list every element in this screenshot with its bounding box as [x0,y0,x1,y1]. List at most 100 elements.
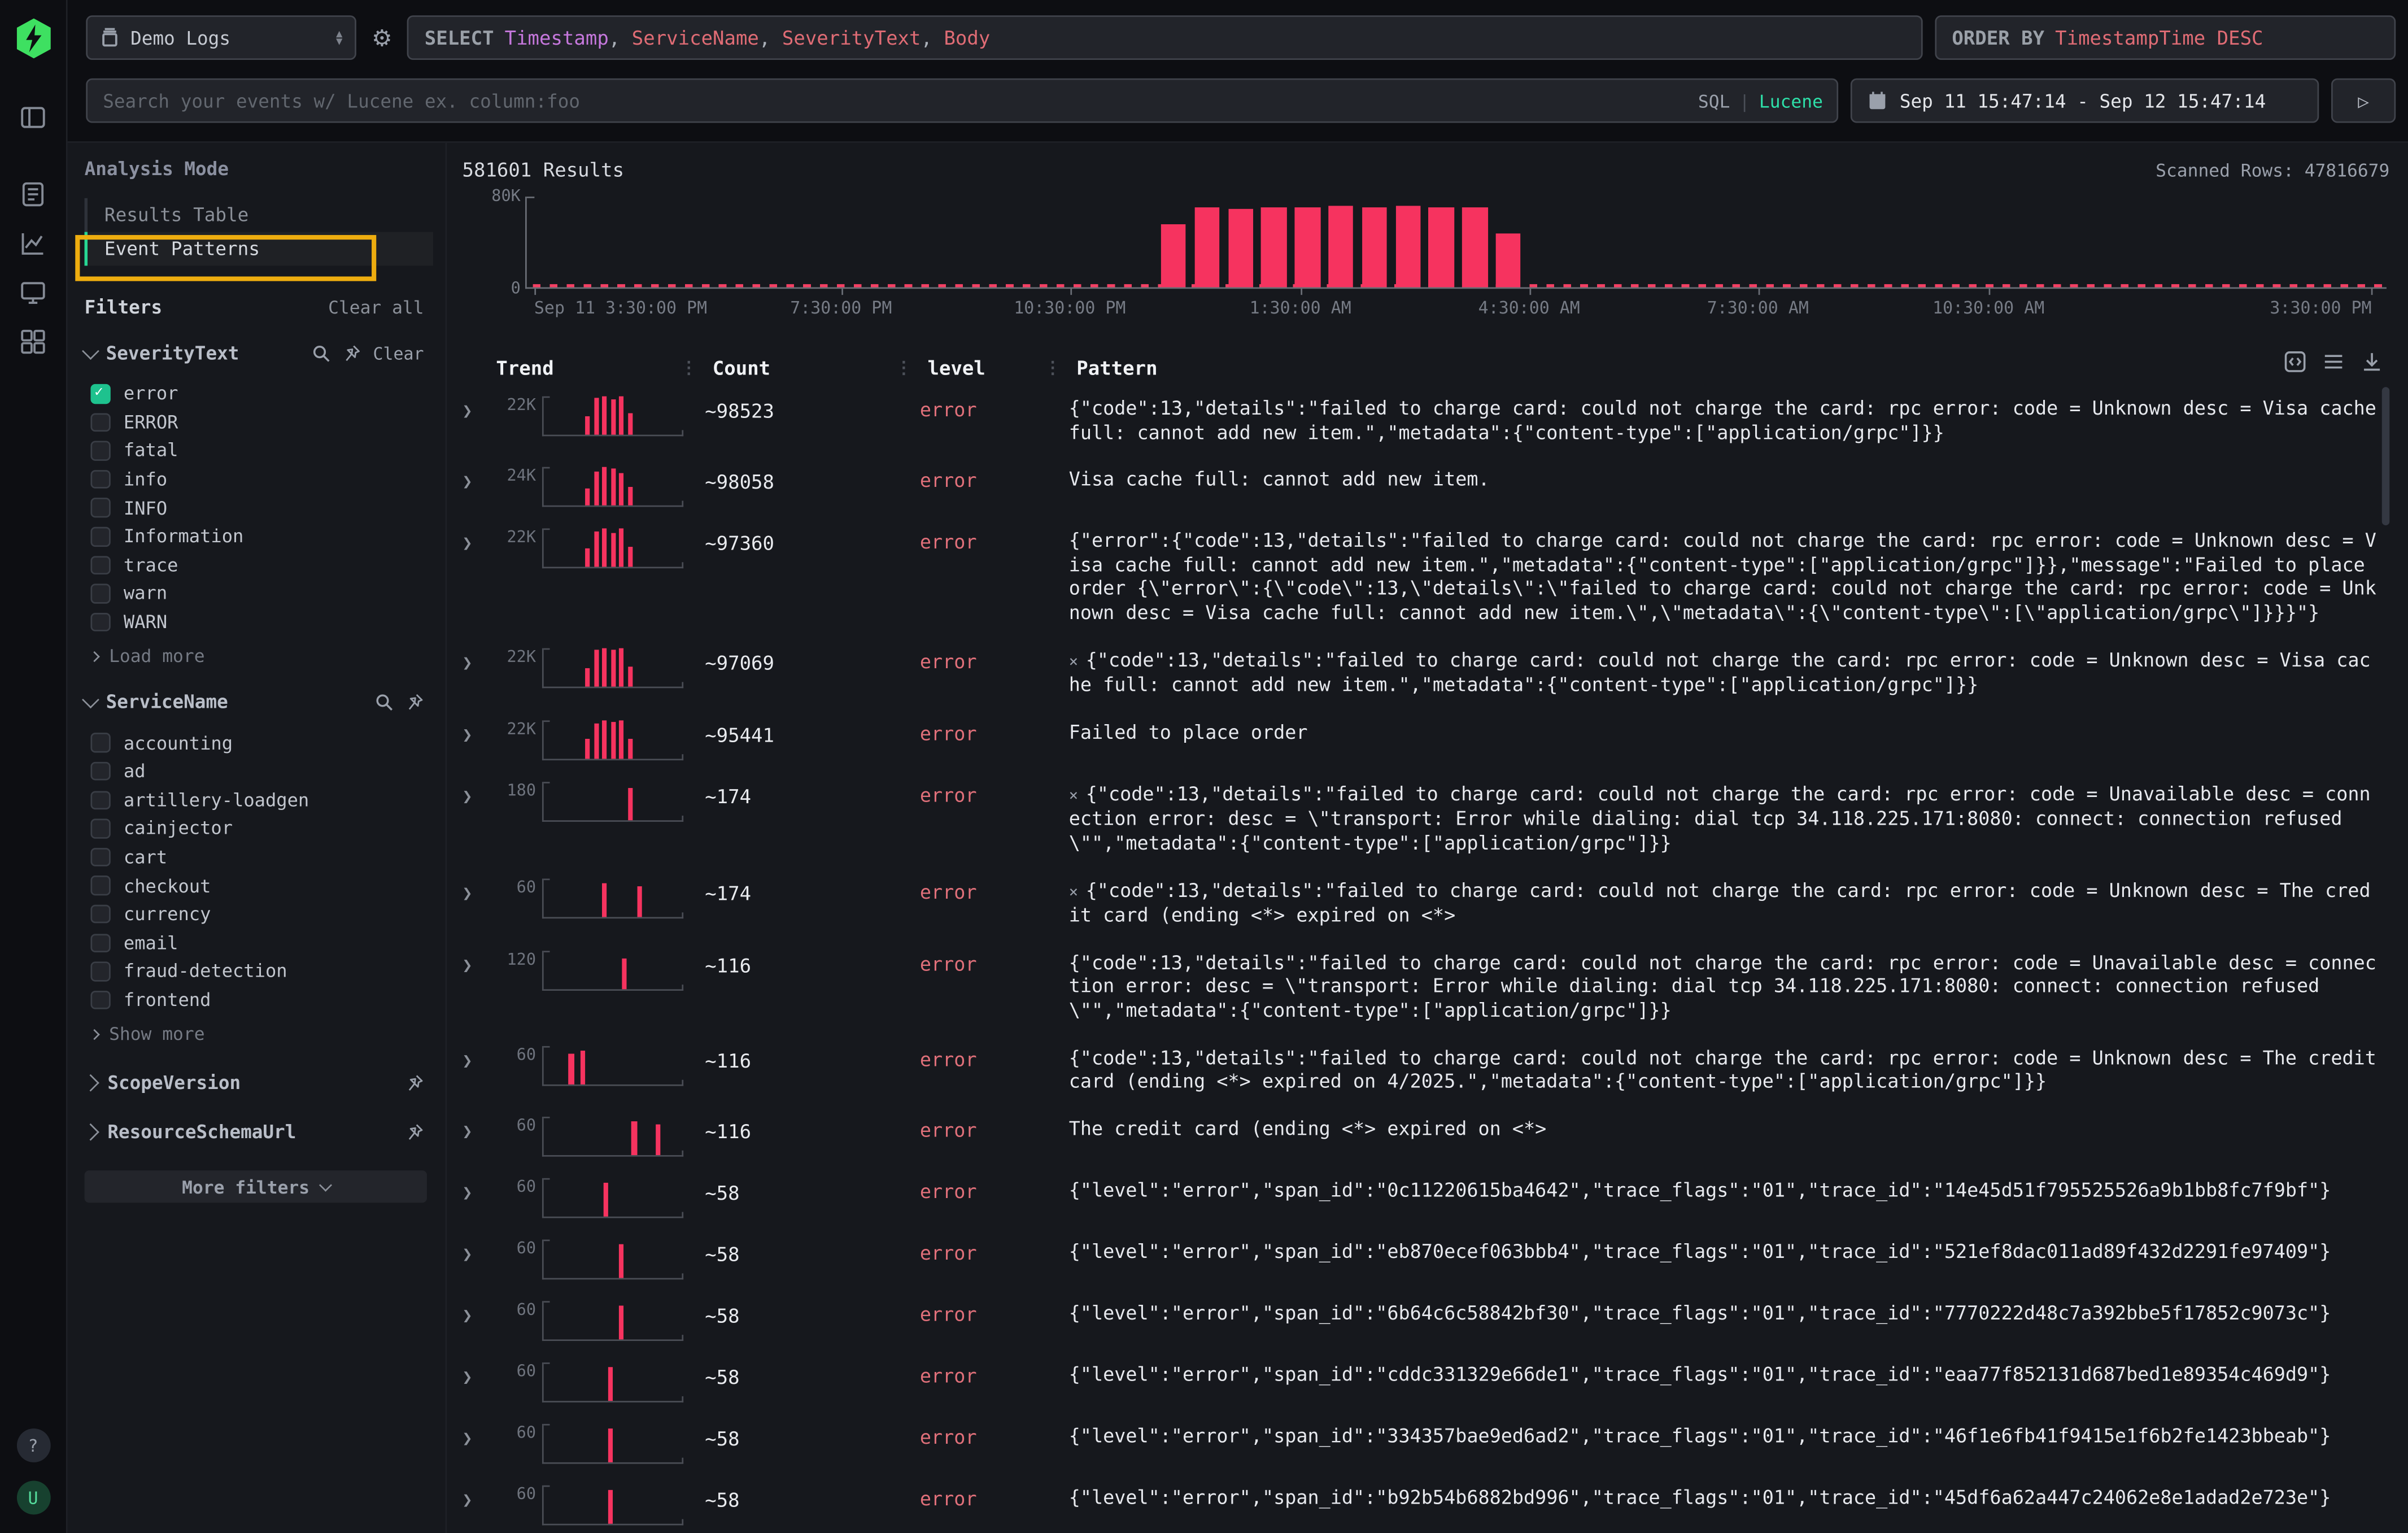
pattern-cell[interactable]: {"level":"error","span_id":"334357bae9ed… [1069,1422,2390,1463]
pattern-cell[interactable]: ×{"code":13,"details":"failed to charge … [1069,780,2390,856]
checkbox[interactable] [90,990,110,1009]
clear-filter-button[interactable]: Clear [373,343,424,363]
analysis-mode-item-results-table[interactable]: Results Table [85,198,433,232]
pattern-cell[interactable]: {"error":{"code":13,"details":"failed to… [1069,527,2390,626]
row-density-icon[interactable] [2322,350,2345,373]
scrollbar[interactable] [2382,387,2390,525]
run-query-button[interactable]: ▷ [2331,79,2396,123]
table-row[interactable]: ❯60~58error{"level":"error","span_id":"c… [463,1349,2390,1411]
filter-option[interactable]: fraud-detection [85,957,433,986]
clear-all-button[interactable]: Clear all [328,297,424,318]
filter-option[interactable]: WARN [85,608,433,637]
histogram-bar[interactable] [1462,208,1487,287]
pin-icon[interactable] [405,1123,424,1142]
histogram-bar[interactable] [1295,207,1320,287]
expand-row-chevron-icon[interactable]: ❯ [463,527,496,626]
logs-nav-icon[interactable] [18,178,48,208]
table-row[interactable]: ❯22K~95441errorFailed to place order [463,708,2390,769]
avatar[interactable]: U [16,1480,50,1514]
search-input[interactable] [86,79,1838,123]
histogram-bar[interactable] [1228,209,1253,287]
expand-row-chevron-icon[interactable]: ❯ [463,780,496,856]
filter-group-name[interactable]: ServiceName [106,692,228,713]
histogram-bar[interactable] [1429,207,1454,287]
pin-icon[interactable] [342,344,361,363]
pattern-cell[interactable]: {"code":13,"details":"failed to charge c… [1069,395,2390,446]
sidebar-toggle-icon[interactable] [18,101,48,132]
load-more-link[interactable]: Show more [85,1024,433,1045]
histogram-bar[interactable] [1262,207,1287,287]
checkbox[interactable] [90,441,110,460]
histogram-bar[interactable] [1328,206,1354,287]
expand-row-chevron-icon[interactable]: ❯ [463,1044,496,1095]
column-header-pattern[interactable]: ⋮Pattern [1069,356,2390,379]
filter-option[interactable]: warn [85,580,433,608]
filter-option[interactable]: Information [85,522,433,551]
pattern-cell[interactable]: ×{"code":13,"details":"failed to charge … [1069,876,2390,929]
pattern-cell[interactable]: Failed to place order [1069,718,2390,760]
checkbox[interactable] [90,790,110,809]
select-query-input[interactable]: SELECT Timestamp, ServiceName, SeverityT… [408,15,1923,60]
analysis-mode-item-event-patterns[interactable]: Event Patterns [85,232,433,266]
pattern-cell[interactable]: {"level":"error","span_id":"b92b54b6882b… [1069,1483,2390,1525]
checkbox[interactable] [90,905,110,924]
filter-option[interactable]: currency [85,900,433,929]
pattern-cell[interactable]: ×{"code":13,"details":"failed to charge … [1069,646,2390,699]
app-logo-icon[interactable] [15,19,51,59]
table-row[interactable]: ❯22K~97069error×{"code":13,"details":"fa… [463,635,2390,708]
time-range-picker[interactable]: Sep 11 15:47:14 - Sep 12 15:47:14 [1851,79,2319,123]
histogram-bar[interactable] [1362,208,1387,287]
column-drag-handle[interactable]: ⋮ [680,357,697,377]
table-row[interactable]: ❯22K~98523error{"code":13,"details":"fai… [463,384,2390,455]
expand-row-chevron-icon[interactable]: ❯ [463,465,496,507]
table-row[interactable]: ❯60~58error{"level":"error","span_id":"0… [463,1165,2390,1227]
table-row[interactable]: ❯24K~98058errorVisa cache full: cannot a… [463,455,2390,516]
histogram-bar[interactable] [1495,233,1521,287]
search-icon[interactable] [312,344,330,363]
expand-row-chevron-icon[interactable]: ❯ [463,876,496,929]
filter-option[interactable]: accounting [85,729,433,757]
chevron-down-icon[interactable] [82,691,99,709]
column-header-trend[interactable]: Trend [496,356,705,379]
column-settings-icon[interactable] [2284,350,2307,373]
pattern-cell[interactable]: {"code":13,"details":"failed to charge c… [1069,1044,2390,1095]
dashboard-nav-icon[interactable] [18,326,48,356]
checkbox[interactable] [90,413,110,432]
gear-icon[interactable]: ⚙ [372,24,392,51]
histogram-bar[interactable] [1194,208,1220,287]
checkbox[interactable] [90,876,110,895]
lucene-mode[interactable]: Lucene [1759,90,1823,111]
table-row[interactable]: ❯60~174error×{"code":13,"details":"faile… [463,865,2390,938]
checkbox[interactable] [90,384,110,403]
chevron-down-icon[interactable] [82,342,99,360]
filter-option[interactable]: INFO [85,494,433,522]
chart-nav-icon[interactable] [18,227,48,258]
checkbox[interactable] [90,612,110,632]
checkbox[interactable] [90,847,110,866]
expand-row-chevron-icon[interactable]: ❯ [463,949,496,1024]
filter-option[interactable]: cainjector [85,815,433,843]
search-icon[interactable] [375,693,394,712]
pattern-cell[interactable]: The credit card (ending <*> expired on <… [1069,1114,2390,1156]
filter-option[interactable]: checkout [85,872,433,900]
checkbox[interactable] [90,962,110,981]
sql-mode[interactable]: SQL [1698,90,1730,111]
filter-option[interactable]: info [85,465,433,494]
checkbox[interactable] [90,733,110,752]
checkbox[interactable] [90,527,110,546]
checkbox[interactable] [90,470,110,489]
checkbox[interactable] [90,584,110,603]
pattern-cell[interactable]: Visa cache full: cannot add new item. [1069,465,2390,507]
expand-row-chevron-icon[interactable]: ❯ [463,395,496,446]
table-row[interactable]: ❯60~58error{"level":"error","span_id":"b… [463,1473,2390,1533]
table-row[interactable]: ❯60~58error{"level":"error","span_id":"6… [463,1288,2390,1350]
histogram-bar[interactable] [1161,225,1186,287]
table-row[interactable]: ❯22K~97360error{"error":{"code":13,"deta… [463,516,2390,635]
pattern-cell[interactable]: {"level":"error","span_id":"6b64c6c58842… [1069,1299,2390,1340]
table-row[interactable]: ❯120~116error{"code":13,"details":"faile… [463,938,2390,1033]
filter-option[interactable]: ad [85,757,433,786]
checkbox[interactable] [90,819,110,838]
chevron-right-icon[interactable] [82,1124,99,1142]
column-header-count[interactable]: ⋮Count [705,356,920,379]
download-icon[interactable] [2361,350,2384,373]
